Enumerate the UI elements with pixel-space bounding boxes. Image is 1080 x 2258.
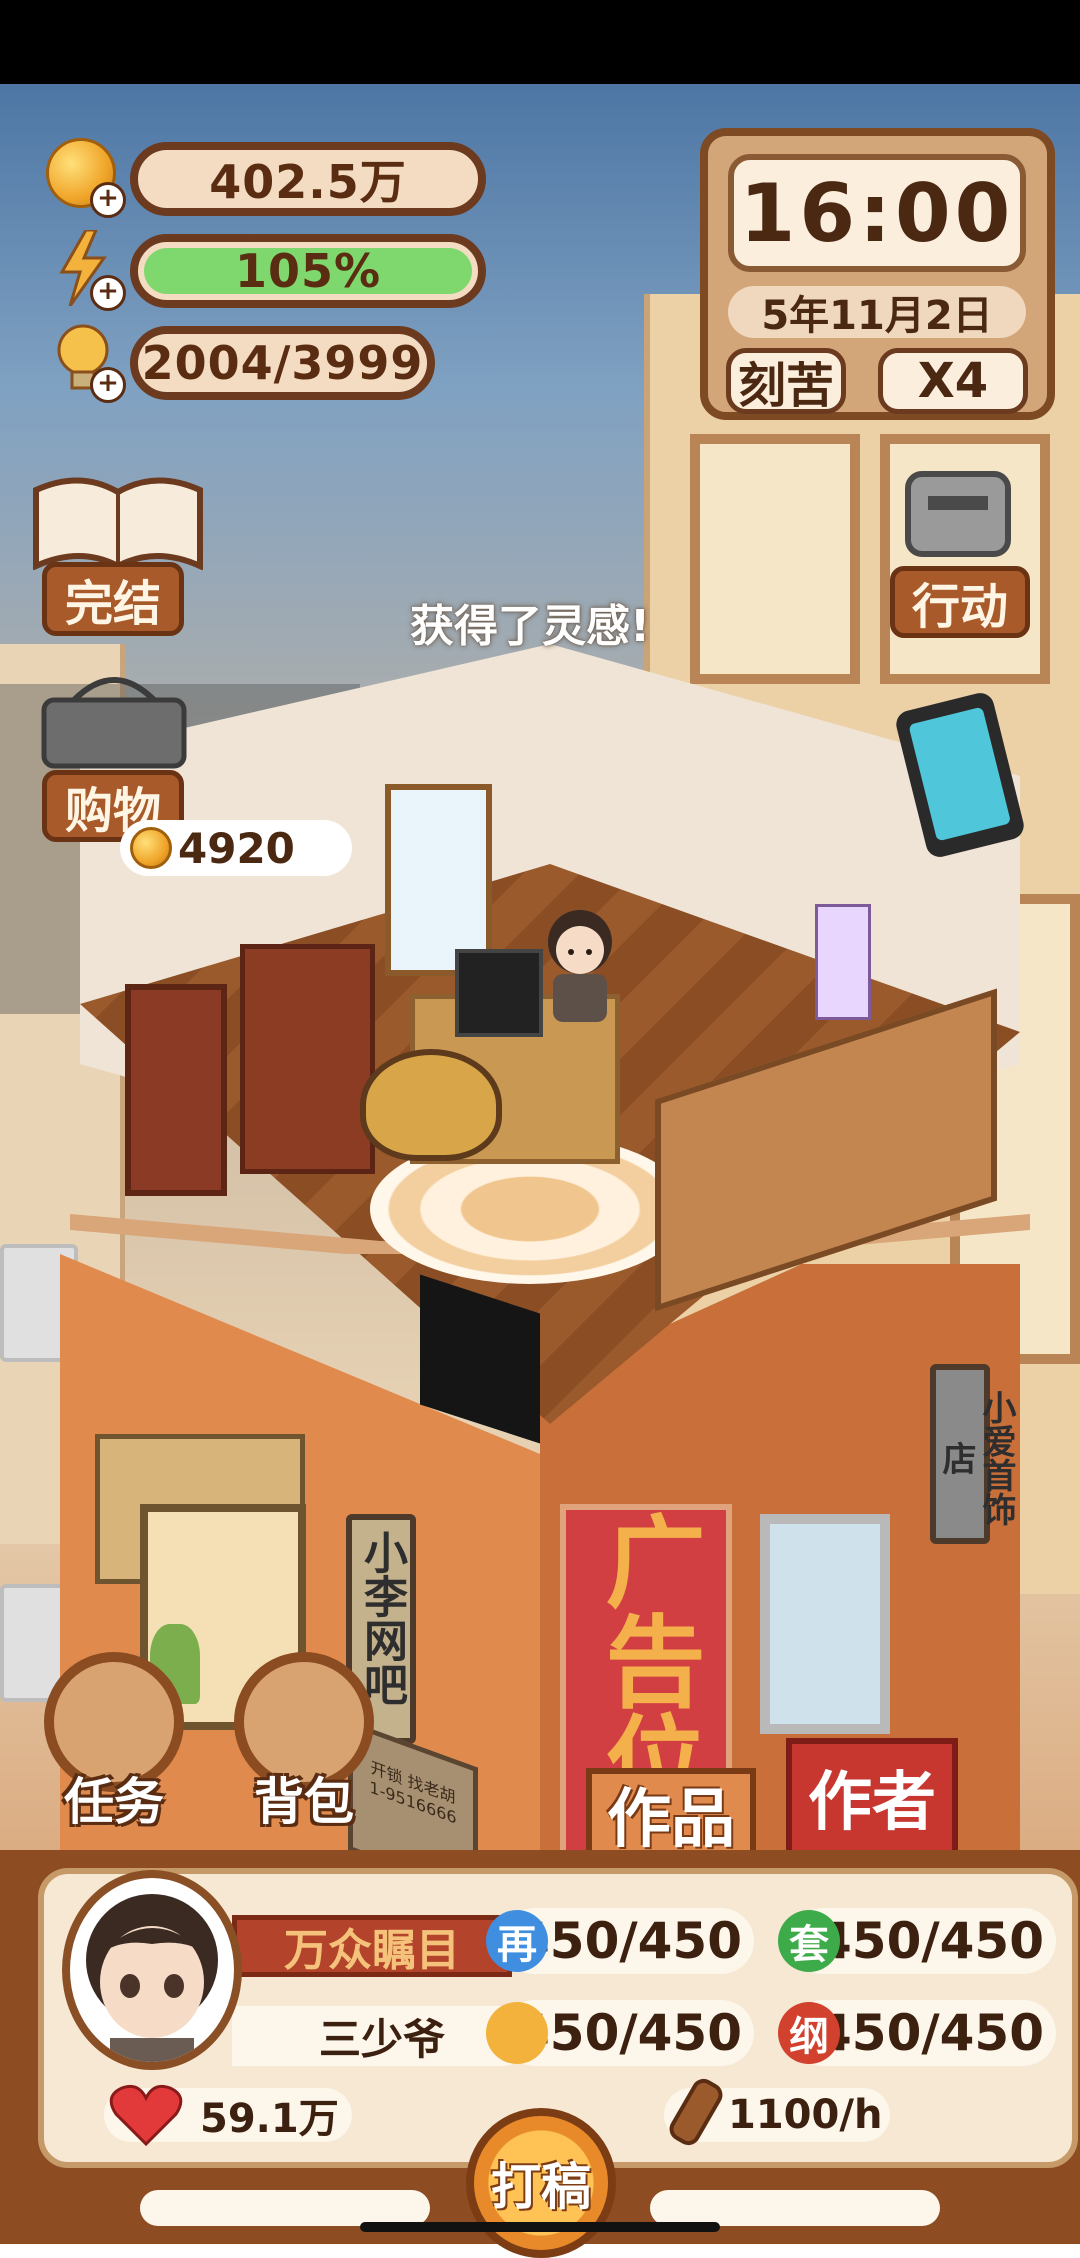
home-indicator [360, 2222, 720, 2232]
tab-author[interactable]: 作者 [786, 1738, 958, 1856]
heart-icon [109, 2084, 183, 2147]
room-window [385, 784, 492, 976]
stat-3-icon [486, 2002, 548, 2064]
stat-4-icon: 纲 [778, 2002, 840, 2064]
toast-message: 获得了灵感! [409, 601, 651, 652]
bookshelf[interactable] [240, 944, 375, 1174]
coins-display: 402.5万 [130, 142, 486, 216]
finish-button[interactable]: 完结 [42, 562, 184, 636]
key-icon[interactable] [900, 466, 1016, 562]
player-title: 万众瞩目 [232, 1915, 512, 1977]
computer-monitor-icon[interactable] [455, 949, 543, 1037]
inspiration-display: 2004/3999 [130, 326, 435, 400]
stat-1-icon: 再 [486, 1910, 548, 1972]
coin-bubble[interactable]: 4920 [120, 820, 352, 876]
tab-works[interactable]: 作品 [586, 1768, 756, 1860]
coin-icon [130, 827, 172, 869]
action-button[interactable]: 行动 [890, 566, 1030, 638]
progress-track-left [140, 2190, 430, 2226]
game-date: 5年11月2日 [728, 286, 1026, 339]
basket-icon[interactable] [34, 670, 194, 770]
house-window-right [760, 1514, 890, 1734]
avatar[interactable] [62, 1870, 242, 2070]
clock-panel: 16:00 5年11月2日 刻苦 X4 [700, 128, 1055, 420]
add-coins-button[interactable]: + [90, 182, 126, 218]
stat-2-icon: 套 [778, 1910, 840, 1972]
tablet-icon[interactable] [896, 690, 1036, 860]
cat-bed [360, 1049, 502, 1161]
sign-jewelry-shop: 小爱首饰店 [930, 1364, 1016, 1544]
write-draft-button[interactable]: 打稿 [466, 2108, 616, 2258]
building-window [690, 434, 860, 684]
book-icon[interactable] [30, 470, 206, 570]
pencil-icon [669, 2078, 723, 2146]
room-door[interactable] [125, 984, 227, 1196]
tasks-label: 任务 [64, 1773, 164, 1831]
add-inspiration-button[interactable]: + [90, 367, 126, 403]
wall-poster [815, 904, 871, 1020]
speed-button[interactable]: X4 [878, 348, 1028, 414]
diligent-mode-button[interactable]: 刻苦 [726, 348, 846, 414]
add-energy-button[interactable]: + [90, 275, 126, 311]
bag-label: 背包 [254, 1773, 354, 1831]
energy-bar: 105% [130, 234, 486, 308]
progress-track-right [650, 2190, 940, 2226]
game-time: 16:00 [728, 154, 1026, 272]
avatar-portrait [86, 1894, 218, 2062]
status-bar [0, 0, 1080, 84]
writer-character[interactable] [535, 904, 625, 1024]
